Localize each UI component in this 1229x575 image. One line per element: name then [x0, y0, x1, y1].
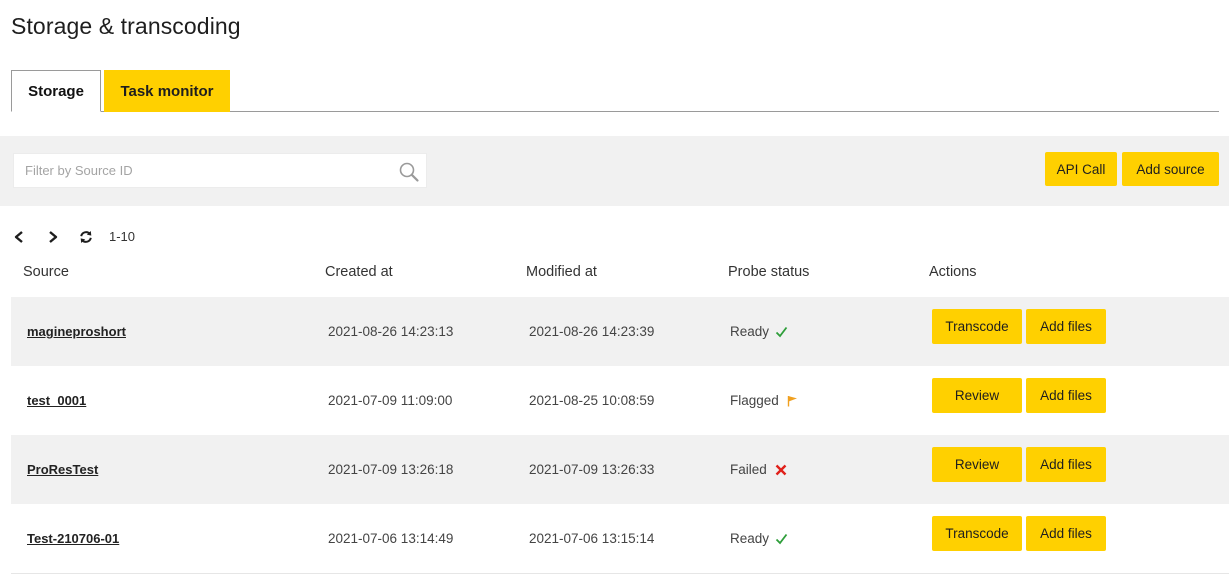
prev-page-icon[interactable] [11, 228, 27, 246]
tab-storage[interactable]: Storage [11, 70, 101, 112]
header-source: Source [23, 264, 69, 280]
toolbar: API Call Add source [0, 136, 1229, 206]
table-row: magineproshort 2021-08-26 14:23:13 2021-… [11, 297, 1229, 366]
search-icon[interactable] [398, 161, 420, 183]
created-at: 2021-07-09 13:26:18 [328, 462, 454, 477]
add-files-button[interactable]: Add files [1026, 378, 1106, 413]
table-bottom-divider [11, 573, 1229, 574]
source-link[interactable]: magineproshort [27, 297, 126, 366]
filter-box [13, 153, 427, 188]
table-row: ProResTest 2021-07-09 13:26:18 2021-07-0… [11, 435, 1229, 504]
page-title: Storage & transcoding [11, 13, 241, 39]
page-range: 1-10 [109, 229, 136, 244]
add-files-button[interactable]: Add files [1026, 516, 1106, 551]
api-call-button[interactable]: API Call [1045, 152, 1117, 186]
probe-status-label: Ready [730, 531, 770, 546]
add-files-button[interactable]: Add files [1026, 309, 1106, 344]
transcode-button[interactable]: Transcode [932, 516, 1022, 551]
modified-at: 2021-07-09 13:26:33 [529, 462, 655, 477]
probe-status: Ready [730, 297, 788, 366]
probe-status: Flagged [730, 366, 798, 435]
created-at: 2021-07-06 13:14:49 [328, 531, 454, 546]
header-status: Probe status [728, 264, 810, 280]
add-source-button[interactable]: Add source [1122, 152, 1219, 186]
review-button[interactable]: Review [932, 378, 1022, 413]
probe-status: Failed [730, 435, 787, 504]
header-created: Created at [325, 264, 393, 280]
next-page-icon[interactable] [45, 228, 61, 246]
modified-at: 2021-08-26 14:23:39 [529, 324, 655, 339]
review-button[interactable]: Review [932, 447, 1022, 482]
cross-icon [775, 464, 787, 476]
tab-bar: Storage Task monitor [11, 70, 1219, 112]
modified-at: 2021-07-06 13:15:14 [529, 531, 655, 546]
created-at: 2021-08-26 14:23:13 [328, 324, 454, 339]
flag-icon [787, 395, 798, 407]
created-at: 2021-07-09 11:09:00 [328, 393, 453, 408]
probe-status-label: Ready [730, 324, 770, 339]
modified-at: 2021-08-25 10:08:59 [529, 393, 655, 408]
source-link[interactable]: ProResTest [27, 435, 98, 504]
filter-input[interactable] [14, 154, 426, 187]
add-files-button[interactable]: Add files [1026, 447, 1106, 482]
table-row: test_0001 2021-07-09 11:09:00 2021-08-25… [11, 366, 1229, 435]
check-icon [775, 326, 788, 338]
header-modified: Modified at [526, 264, 597, 280]
header-actions: Actions [929, 264, 977, 280]
source-link[interactable]: Test-210706-01 [27, 504, 119, 573]
check-icon [775, 533, 788, 545]
refresh-icon[interactable] [78, 228, 94, 246]
table-row: Test-210706-01 2021-07-06 13:14:49 2021-… [11, 504, 1229, 573]
table-header: Source Created at Modified at Probe stat… [0, 262, 1229, 284]
source-link[interactable]: test_0001 [27, 366, 86, 435]
probe-status: Ready [730, 504, 788, 573]
tab-task-monitor[interactable]: Task monitor [104, 70, 230, 112]
probe-status-label: Failed [730, 462, 767, 477]
probe-status-label: Flagged [730, 393, 779, 408]
transcode-button[interactable]: Transcode [932, 309, 1022, 344]
